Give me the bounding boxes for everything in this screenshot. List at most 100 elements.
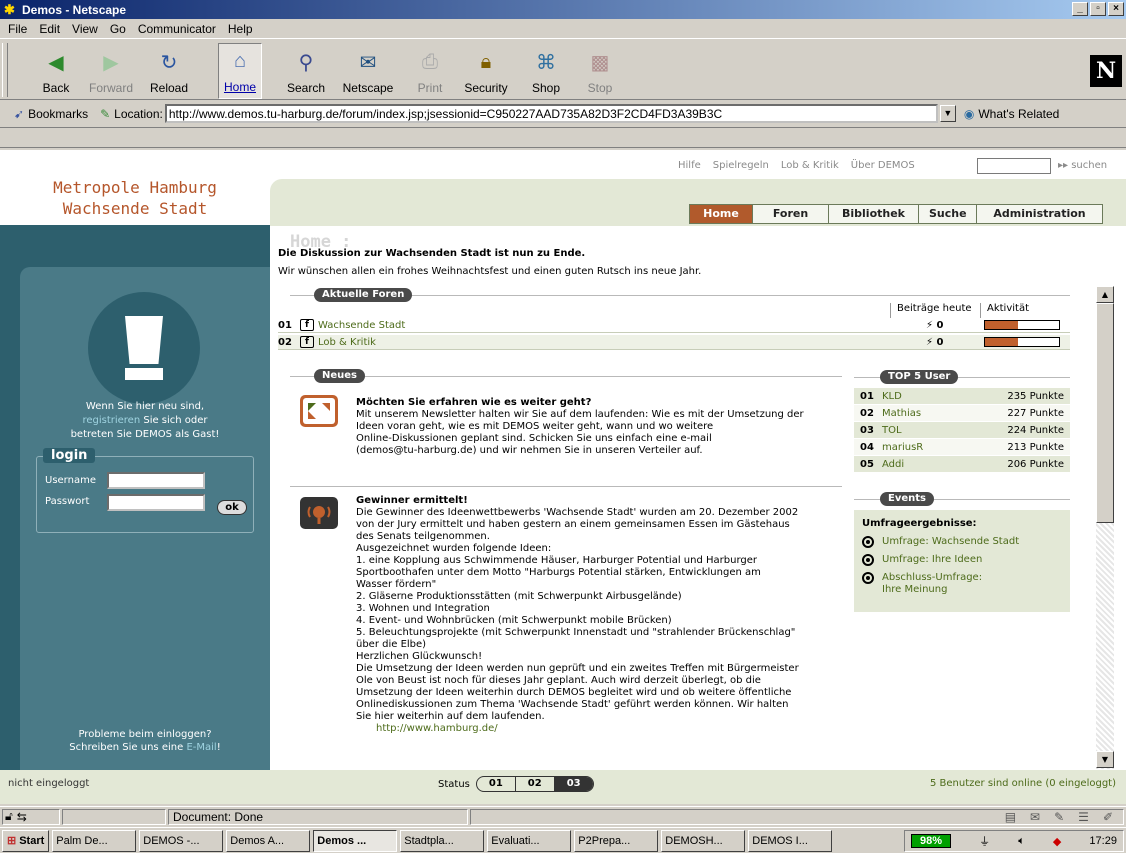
register-link[interactable]: registrieren [82,415,140,426]
netscape-button[interactable]: ✉ Netscape [338,43,398,99]
page-proxy-icon[interactable]: ✎ [100,107,110,121]
reload-button[interactable]: ↻ Reload [144,43,194,99]
scroll-down-button[interactable]: ▼ [1096,751,1114,768]
welcome-line-3: betreten Sie DEMOS als Gast! [70,429,220,440]
link-hilfe[interactable]: Hilfe [678,160,701,171]
activity-fill [985,338,1019,346]
site-search-input[interactable] [977,158,1051,174]
netscape-app-icon: ✱ [4,1,15,17]
news-title: Gewinner ermittelt! [356,495,468,506]
addressbook-icon[interactable]: ✐ [1103,810,1113,824]
status-label: Status [438,778,470,790]
email-link[interactable]: E-Mail [186,742,216,753]
bookmarks-button[interactable]: ➹ Bookmarks [14,107,88,121]
forum-row[interactable]: 01 f Wachsende Stadt ⚡︎ 0 [278,318,1070,333]
taskbar-item[interactable]: Demos A... [226,829,311,852]
link-spielregeln[interactable]: Spielregeln [713,160,769,171]
menu-go[interactable]: Go [104,22,132,36]
link-lob-kritik[interactable]: Lob & Kritik [781,160,839,171]
start-button[interactable]: ⊞ Start [2,829,50,852]
close-button[interactable]: × [1108,2,1124,16]
battery-indicator[interactable]: 98% [911,834,952,848]
taskbar-item[interactable]: DEMOS I... [748,829,833,852]
security-button[interactable]: 🔒︎ Security [458,43,514,99]
composer-icon[interactable]: ✎ [1054,810,1064,824]
top5-user-link[interactable]: Mathias [882,408,1007,419]
tab-foren[interactable]: Foren [753,204,829,224]
status-icons: 🔓︎ ⇆ [2,808,60,825]
header-links: Hilfe Spielregeln Lob & Kritik Über DEMO… [678,160,915,171]
forward-button[interactable]: ▶ Forward [84,43,138,99]
url-input[interactable]: http://www.demos.tu-harburg.de/forum/ind… [164,104,938,123]
top5-rank: 02 [860,407,874,419]
shop-button[interactable]: ⌘ Shop [526,43,566,99]
menu-view[interactable]: View [66,22,104,36]
taskbar-item[interactable]: DEMOS -... [139,829,224,852]
top5-user-link[interactable]: mariusR [882,442,1007,453]
forum-link[interactable]: Lob & Kritik [318,337,376,348]
top5-user-link[interactable]: TOL [882,425,1007,436]
antivirus-icon[interactable]: ◆ [1053,835,1061,848]
password-label: Passwort [45,496,90,507]
news-line: Sie hier weiterhin auf dem laufenden. [356,711,545,722]
scroll-up-button[interactable]: ▲ [1096,286,1114,303]
back-button[interactable]: ◀ Back [34,43,78,99]
top5-user-link[interactable]: KLD [882,391,1007,402]
event-item[interactable]: Abschluss-Umfrage: Ihre Meinung [862,572,1062,596]
tab-bibliothek[interactable]: Bibliothek [829,204,919,224]
tab-suche[interactable]: Suche [919,204,977,224]
windows-logo-icon: ⊞ [7,835,17,847]
username-input[interactable] [107,472,205,489]
menu-communicator[interactable]: Communicator [132,22,222,36]
password-input[interactable] [107,494,205,511]
whats-related-button[interactable]: ◉ What's Related [964,107,1059,121]
toolbar-grip[interactable] [2,43,8,97]
print-button[interactable]: ⎙ Print [412,43,448,99]
home-button[interactable]: ⌂ Home [218,43,262,99]
taskbar-item-active[interactable]: Demos ... [313,829,398,852]
link-ueber-demos[interactable]: Über DEMOS [851,160,915,171]
forum-row[interactable]: 02 f Lob & Kritik ⚡︎ 0 [278,335,1070,350]
tab-home[interactable]: Home [689,204,753,224]
event-link[interactable]: Umfrage: Wachsende Stadt [882,536,1019,548]
events-body: Umfrageergebnisse: Umfrage: Wachsende St… [854,510,1070,604]
taskbar-item[interactable]: DEMOSH... [661,829,746,852]
welcome-text: Wenn Sie hier neu sind, registrieren Sie… [20,400,270,442]
search-button[interactable]: ⚲ Search [282,43,330,99]
url-dropdown-icon[interactable]: ▼ [939,105,956,122]
clock[interactable]: 17:29 [1089,835,1117,847]
login-ok-button[interactable]: ok [217,500,247,515]
volume-icon[interactable]: 🔈︎ [1018,835,1025,848]
taskbar-item[interactable]: Palm De... [52,829,137,852]
netscape-logo[interactable]: N [1090,55,1122,87]
event-item[interactable]: Umfrage: Ihre Ideen [862,554,1062,566]
forum-link[interactable]: Wachsende Stadt [318,320,405,331]
minimize-button[interactable]: _ [1072,2,1088,16]
taskbar-item[interactable]: Stadtpla... [400,829,485,852]
event-link[interactable]: Abschluss-Umfrage: Ihre Meinung [882,572,982,596]
site-logo[interactable]: Metropole Hamburg Wachsende Stadt [0,177,270,219]
site-search-button[interactable]: ▸▸ suchen [1058,160,1107,171]
scroll-thumb[interactable] [1096,303,1114,523]
tab-administration[interactable]: Administration [977,204,1103,224]
stop-button[interactable]: ▩ Stop [580,43,620,99]
news-external-link[interactable]: http://www.hamburg.de/ [356,723,848,735]
taskbar-item[interactable]: Evaluati... [487,829,572,852]
menu-help[interactable]: Help [222,22,259,36]
navigator-icon[interactable]: ▤ [1005,810,1016,824]
news-line: Online-Diskussionen geplant sind. Schick… [356,433,712,444]
maximize-button[interactable]: ▫ [1090,2,1106,16]
newsgroup-icon[interactable]: ☰ [1078,810,1089,824]
menu-file[interactable]: File [2,22,33,36]
event-link[interactable]: Umfrage: Ihre Ideen [882,554,982,566]
menu-edit[interactable]: Edit [33,22,66,36]
event-item[interactable]: Umfrage: Wachsende Stadt [862,536,1062,548]
mail-icon[interactable]: ✉ [1030,810,1040,824]
power-icon[interactable]: ⏚ [979,833,990,849]
login-help-text: Probleme beim einloggen? Schreiben Sie u… [20,728,270,754]
login-status-text: nicht eingeloggt [8,778,90,789]
taskbar-item[interactable]: P2Prepa... [574,829,659,852]
top5-user-link[interactable]: Addi [882,459,1007,470]
forum-row-number: 02 [278,336,292,348]
security-lock-icon[interactable]: 🔓︎ [5,809,13,824]
